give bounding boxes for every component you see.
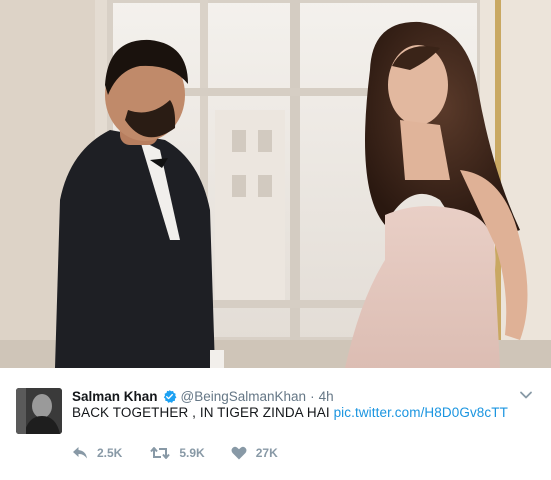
retweet-button[interactable]: 5.9K xyxy=(150,446,205,460)
tweet-card: Salman Khan @BeingSalmanKhan · 4h BACK T… xyxy=(0,368,551,480)
chevron-down-icon[interactable] xyxy=(519,388,533,402)
verified-badge-icon xyxy=(162,389,177,404)
tweet-timestamp[interactable]: 4h xyxy=(319,389,334,404)
tweet-media-link[interactable]: pic.twitter.com/H8D0Gv8cTT xyxy=(334,405,508,420)
tweet-actions: 2.5K 5.9K 27K xyxy=(72,442,278,464)
retweet-icon xyxy=(150,447,171,459)
reply-icon xyxy=(73,447,87,459)
heart-icon xyxy=(231,446,247,460)
tweet-text: BACK TOGETHER , IN TIGER ZINDA HAI pic.t… xyxy=(72,405,508,420)
header-separator: · xyxy=(310,388,315,404)
reply-button[interactable]: 2.5K xyxy=(72,446,122,460)
photo-scene xyxy=(0,0,551,368)
tweet-photo[interactable] xyxy=(0,0,551,368)
tweet-text-content: BACK TOGETHER , IN TIGER ZINDA HAI xyxy=(72,405,330,420)
author-display-name[interactable]: Salman Khan xyxy=(72,389,158,404)
like-count: 27K xyxy=(255,446,278,460)
author-handle[interactable]: @BeingSalmanKhan xyxy=(181,389,307,404)
like-button[interactable]: 27K xyxy=(231,446,278,460)
avatar-image xyxy=(16,388,62,434)
reply-count: 2.5K xyxy=(97,446,123,460)
retweet-count: 5.9K xyxy=(179,446,205,460)
avatar[interactable] xyxy=(16,388,62,434)
tweet-header: Salman Khan @BeingSalmanKhan · 4h xyxy=(72,386,334,406)
